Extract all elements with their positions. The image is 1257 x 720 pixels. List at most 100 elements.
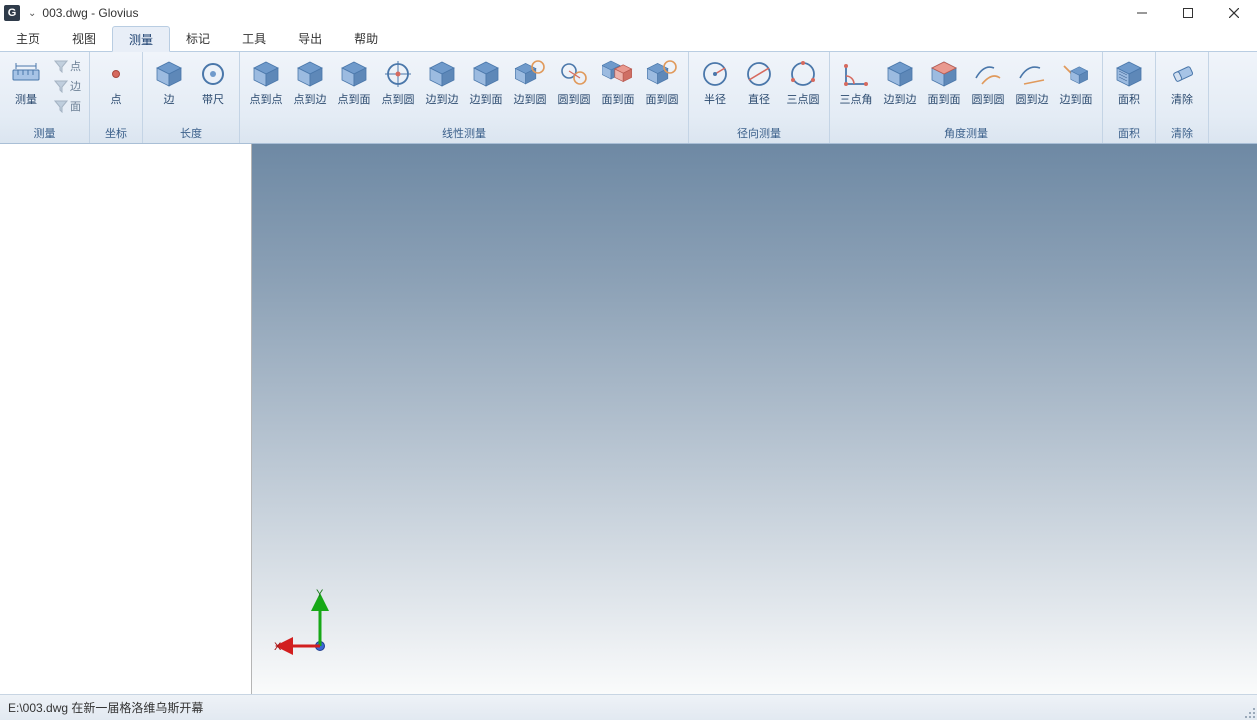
ribbon-group-3: 点到点点到边点到面点到圆边到边边到面边到圆圆到圆面到面面到圆线性测量	[240, 52, 689, 143]
ribbon-group-title: 线性测量	[244, 123, 684, 143]
ribbon-btn-4-2[interactable]: 三点圆	[781, 54, 825, 106]
filter-icon	[54, 79, 68, 93]
ribbon-btn-3-4[interactable]: 边到边	[420, 54, 464, 106]
ribbon-btn-label: 带尺	[202, 94, 224, 106]
ribbon-btn-label: 面到面	[602, 94, 635, 106]
app-icon: G	[4, 5, 20, 21]
cube-circle-icon	[514, 58, 546, 90]
ribbon-btn-label: 边到面	[470, 94, 503, 106]
ribbon-btn-0-0[interactable]: 测量	[4, 54, 48, 106]
ribbon-btn-label: 面到圆	[646, 94, 679, 106]
ribbon-btn-3-9[interactable]: 面到圆	[640, 54, 684, 106]
radius-icon	[699, 58, 731, 90]
menu-tab-0[interactable]: 主页	[0, 26, 56, 51]
ribbon-small-0-2[interactable]: 面	[50, 96, 85, 116]
ribbon-btn-6-0[interactable]: 面积	[1107, 54, 1151, 106]
ribbon-btn-3-0[interactable]: 点到点	[244, 54, 288, 106]
ribbon-btn-4-1[interactable]: 直径	[737, 54, 781, 106]
circle-cross-icon	[382, 58, 414, 90]
ribbon-group-title: 角度测量	[834, 123, 1098, 143]
axis-x-label: X	[274, 641, 282, 653]
ribbon-btn-3-6[interactable]: 边到圆	[508, 54, 552, 106]
ribbon-btn-5-5[interactable]: 边到面	[1054, 54, 1098, 106]
maximize-button[interactable]	[1165, 0, 1211, 26]
side-panel	[0, 144, 252, 694]
ribbon-btn-5-4[interactable]: 圆到边	[1010, 54, 1054, 106]
qat-dropdown-icon[interactable]: ⌄	[28, 8, 36, 19]
ribbon-btn-label: 半径	[704, 94, 726, 106]
ribbon-btn-1-0[interactable]: 点	[94, 54, 138, 106]
ribbon-btn-5-3[interactable]: 圆到圆	[966, 54, 1010, 106]
ribbon-btn-label: 点到边	[294, 94, 327, 106]
ribbon-btn-3-1[interactable]: 点到边	[288, 54, 332, 106]
window-title: 003.dwg - Glovius	[42, 6, 138, 20]
ribbon-btn-5-2[interactable]: 面到面	[922, 54, 966, 106]
cube-icon	[294, 58, 326, 90]
ribbon-btn-label: 面积	[1118, 94, 1140, 106]
ribbon-btn-label: 点到圆	[382, 94, 415, 106]
status-text: E:\003.dwg 在新一届格洛维乌斯开幕	[8, 699, 203, 716]
menu-tab-2[interactable]: 测量	[112, 26, 170, 52]
cube-hatch-icon	[1113, 58, 1145, 90]
ribbon-group-title: 径向测量	[693, 123, 825, 143]
ribbon-btn-label: 圆到边	[1016, 94, 1049, 106]
ribbon-small-0-0[interactable]: 点	[50, 56, 85, 76]
ribbon-group-6: 面积面积	[1103, 52, 1156, 143]
ribbon-group-title: 坐标	[94, 123, 138, 143]
ruler-icon	[10, 58, 42, 90]
ribbon-btn-7-0[interactable]: 清除	[1160, 54, 1204, 106]
ribbon-btn-3-8[interactable]: 面到面	[596, 54, 640, 106]
cube-icon	[426, 58, 458, 90]
ribbon-btn-2-1[interactable]: 带尺	[191, 54, 235, 106]
ribbon-btn-4-0[interactable]: 半径	[693, 54, 737, 106]
ribbon-group-5: 三点角边到边面到面圆到圆圆到边边到面角度测量	[830, 52, 1103, 143]
ribbon-group-title: 测量	[4, 123, 85, 143]
cube-pair-icon	[602, 58, 634, 90]
ribbon-small-label: 面	[70, 98, 81, 114]
ribbon-btn-label: 边到面	[1060, 94, 1093, 106]
viewport-3d[interactable]: Y X	[252, 144, 1257, 694]
ribbon-btn-5-0[interactable]: 三点角	[834, 54, 878, 106]
ribbon-small-0-1[interactable]: 边	[50, 76, 85, 96]
ribbon-btn-3-7[interactable]: 圆到圆	[552, 54, 596, 106]
status-bar: E:\003.dwg 在新一届格洛维乌斯开幕	[0, 694, 1257, 720]
angle-icon	[840, 58, 872, 90]
menu-tab-1[interactable]: 视图	[56, 26, 112, 51]
cube-icon	[250, 58, 282, 90]
filter-icon	[54, 59, 68, 73]
ribbon-btn-label: 直径	[748, 94, 770, 106]
window-controls	[1119, 0, 1257, 26]
ribbon-small-label: 点	[70, 58, 81, 74]
menu-tab-3[interactable]: 标记	[170, 26, 226, 51]
close-button[interactable]	[1211, 0, 1257, 26]
diameter-icon	[743, 58, 775, 90]
ribbon-btn-5-1[interactable]: 边到边	[878, 54, 922, 106]
content-area: Y X	[0, 144, 1257, 694]
cube-red-icon	[928, 58, 960, 90]
dot-icon	[100, 58, 132, 90]
ribbon-btn-label: 圆到圆	[558, 94, 591, 106]
minimize-button[interactable]	[1119, 0, 1165, 26]
resize-grip[interactable]	[1243, 706, 1255, 718]
ribbon-btn-label: 点	[111, 94, 122, 106]
three-point-icon	[787, 58, 819, 90]
ribbon-btn-3-2[interactable]: 点到面	[332, 54, 376, 106]
ribbon: 测量点边面测量点坐标边带尺长度点到点点到边点到面点到圆边到边边到面边到圆圆到圆面…	[0, 52, 1257, 144]
cube-icon	[470, 58, 502, 90]
ribbon-btn-2-0[interactable]: 边	[147, 54, 191, 106]
menu-tab-4[interactable]: 工具	[226, 26, 282, 51]
ribbon-btn-3-3[interactable]: 点到圆	[376, 54, 420, 106]
ribbon-btn-label: 测量	[15, 94, 37, 106]
axis-y-label: Y	[316, 588, 324, 600]
ribbon-btn-label: 边到边	[884, 94, 917, 106]
menu-tab-6[interactable]: 帮助	[338, 26, 394, 51]
line-cube-icon	[1060, 58, 1092, 90]
ribbon-btn-label: 边到圆	[514, 94, 547, 106]
ribbon-group-2: 边带尺长度	[143, 52, 240, 143]
title-bar: G ⌄ 003.dwg - Glovius	[0, 0, 1257, 26]
menu-tab-5[interactable]: 导出	[282, 26, 338, 51]
ribbon-btn-3-5[interactable]: 边到面	[464, 54, 508, 106]
ribbon-group-title: 面积	[1107, 123, 1151, 143]
circle-target-icon	[197, 58, 229, 90]
cube-icon	[884, 58, 916, 90]
